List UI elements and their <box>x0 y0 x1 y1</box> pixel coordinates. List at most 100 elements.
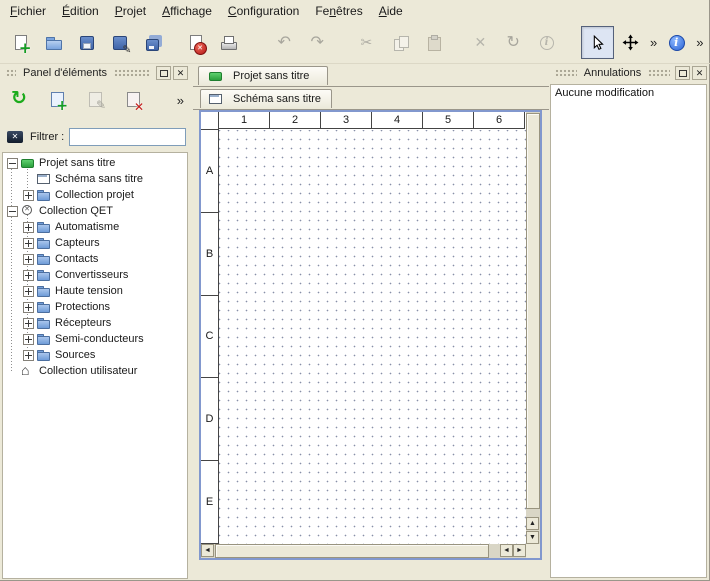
dock-grip-handle[interactable] <box>114 69 151 76</box>
filter-clear-button[interactable] <box>5 129 25 145</box>
expander-minus[interactable] <box>7 206 18 217</box>
dock-float-button[interactable] <box>675 66 690 80</box>
tree-item-protections[interactable]: Protections <box>3 299 187 315</box>
menu-affichage[interactable]: Affichage <box>154 1 220 21</box>
dock-grip-handle[interactable] <box>555 69 577 76</box>
horizontal-scrollbar[interactable]: ◄ ◄ ► <box>201 544 526 558</box>
tab-schema[interactable]: Schéma sans titre <box>200 89 332 108</box>
undo-panel: Annulations Aucune modification <box>549 64 710 581</box>
scroll-left-button-2[interactable]: ◄ <box>500 544 513 557</box>
scroll-right-button[interactable]: ► <box>513 544 526 557</box>
dock-close-button[interactable] <box>692 66 707 80</box>
redo-button[interactable] <box>302 26 335 59</box>
menu-aide[interactable]: Aide <box>371 1 411 21</box>
tree-item-sources[interactable]: Sources <box>3 347 187 363</box>
redo-icon <box>310 34 328 52</box>
expander-plus[interactable] <box>23 286 34 297</box>
folder-icon <box>37 285 51 297</box>
tree-item-recepteurs[interactable]: Récepteurs <box>3 315 187 331</box>
dock-grip-handle[interactable] <box>648 69 670 76</box>
tree-item-label: Semi-conducteurs <box>55 333 144 345</box>
save-as-button[interactable] <box>103 26 136 59</box>
tree-item-schema[interactable]: Schéma sans titre <box>3 171 187 187</box>
expander-plus[interactable] <box>23 318 34 329</box>
delete-button[interactable] <box>464 26 497 59</box>
toolbar-overflow-button-right[interactable]: » <box>693 35 706 50</box>
tree-item-convertisseurs[interactable]: Convertisseurs <box>3 267 187 283</box>
tree-item-collection-projet[interactable]: Collection projet <box>3 187 187 203</box>
expander-plus[interactable] <box>23 190 34 201</box>
open-file-button[interactable] <box>37 26 70 59</box>
save-all-button[interactable] <box>136 26 169 59</box>
expander-plus[interactable] <box>23 334 34 345</box>
undo-history-list[interactable]: Aucune modification <box>550 84 707 578</box>
tree-item-haute-tension[interactable]: Haute tension <box>3 283 187 299</box>
undo-button[interactable] <box>269 26 302 59</box>
panel-overflow-button[interactable]: » <box>174 93 187 108</box>
scroll-down-button[interactable]: ▼ <box>526 531 539 544</box>
scroll-left-button[interactable]: ◄ <box>201 544 214 557</box>
new-element-button[interactable] <box>42 86 72 115</box>
delete-element-button[interactable] <box>118 86 148 115</box>
horizontal-scrollbar-thumb[interactable] <box>215 544 489 558</box>
menu-edition[interactable]: Édition <box>54 1 107 21</box>
copy-button[interactable] <box>384 26 417 59</box>
undo-panel-header: Annulations <box>549 64 710 81</box>
tree-item-contacts[interactable]: Contacts <box>3 251 187 267</box>
tab-project[interactable]: Projet sans titre <box>198 66 328 85</box>
rotate-button[interactable] <box>497 26 530 59</box>
vertical-scrollbar-thumb[interactable] <box>526 113 540 509</box>
print-button[interactable] <box>212 26 245 59</box>
expander-minus[interactable] <box>7 158 18 169</box>
tree-item-semi-conducteurs[interactable]: Semi-conducteurs <box>3 331 187 347</box>
select-tool-button[interactable] <box>581 26 614 59</box>
expander-plus[interactable] <box>23 238 34 249</box>
save-button[interactable] <box>70 26 103 59</box>
expander-plus[interactable] <box>23 270 34 281</box>
filter-input[interactable] <box>69 128 186 146</box>
paste-button[interactable] <box>417 26 450 59</box>
about-qet-button[interactable] <box>660 26 693 59</box>
schema-icon <box>209 93 223 105</box>
new-element-icon <box>48 91 66 109</box>
dock-float-button[interactable] <box>156 66 171 80</box>
element-info-button[interactable] <box>530 26 563 59</box>
expander-plus[interactable] <box>23 302 34 313</box>
tree-item-capteurs[interactable]: Capteurs <box>3 235 187 251</box>
expander-plus[interactable] <box>23 254 34 265</box>
reload-collections-button[interactable] <box>4 86 34 115</box>
project-tab-bar: Projet sans titre <box>193 64 549 87</box>
move-tool-button[interactable] <box>614 26 647 59</box>
schema-canvas[interactable] <box>219 130 526 544</box>
tree-item-collection-qet[interactable]: Collection QET <box>3 203 187 219</box>
tree-item-collection-utilisateur[interactable]: Collection utilisateur <box>3 363 187 379</box>
main-toolbar: » » <box>0 22 710 64</box>
tree-item-label: Sources <box>55 349 95 361</box>
menu-fenetres[interactable]: Fenêtres <box>307 1 370 21</box>
ruler-row-label: E <box>201 461 219 544</box>
scroll-up-button[interactable]: ▲ <box>526 517 539 530</box>
cut-button[interactable] <box>351 26 384 59</box>
project-icon <box>209 70 223 82</box>
dock-close-button[interactable] <box>173 66 188 80</box>
menu-projet[interactable]: Projet <box>107 1 154 21</box>
print-icon <box>220 34 238 52</box>
ruler-row-label: C <box>201 296 219 379</box>
vertical-scrollbar[interactable]: ▲ ▼ <box>526 112 540 544</box>
dock-grip-handle[interactable] <box>6 69 16 76</box>
tree-item-label: Capteurs <box>55 237 100 249</box>
tree-item-label: Automatisme <box>55 221 119 233</box>
ruler-columns: 1 2 3 4 5 6 <box>219 112 525 130</box>
tree-item-label: Convertisseurs <box>55 269 128 281</box>
edit-element-button[interactable] <box>80 86 110 115</box>
expander-plus[interactable] <box>23 350 34 361</box>
new-file-button[interactable] <box>4 26 37 59</box>
menu-configuration[interactable]: Configuration <box>220 1 307 21</box>
tree-item-project[interactable]: Projet sans titre <box>3 155 187 171</box>
toolbar-overflow-button[interactable]: » <box>647 35 660 50</box>
close-file-button[interactable] <box>179 26 212 59</box>
delete-element-icon <box>124 91 142 109</box>
expander-plus[interactable] <box>23 222 34 233</box>
menu-fichier[interactable]: Fichier <box>2 1 54 21</box>
tree-item-automatisme[interactable]: Automatisme <box>3 219 187 235</box>
